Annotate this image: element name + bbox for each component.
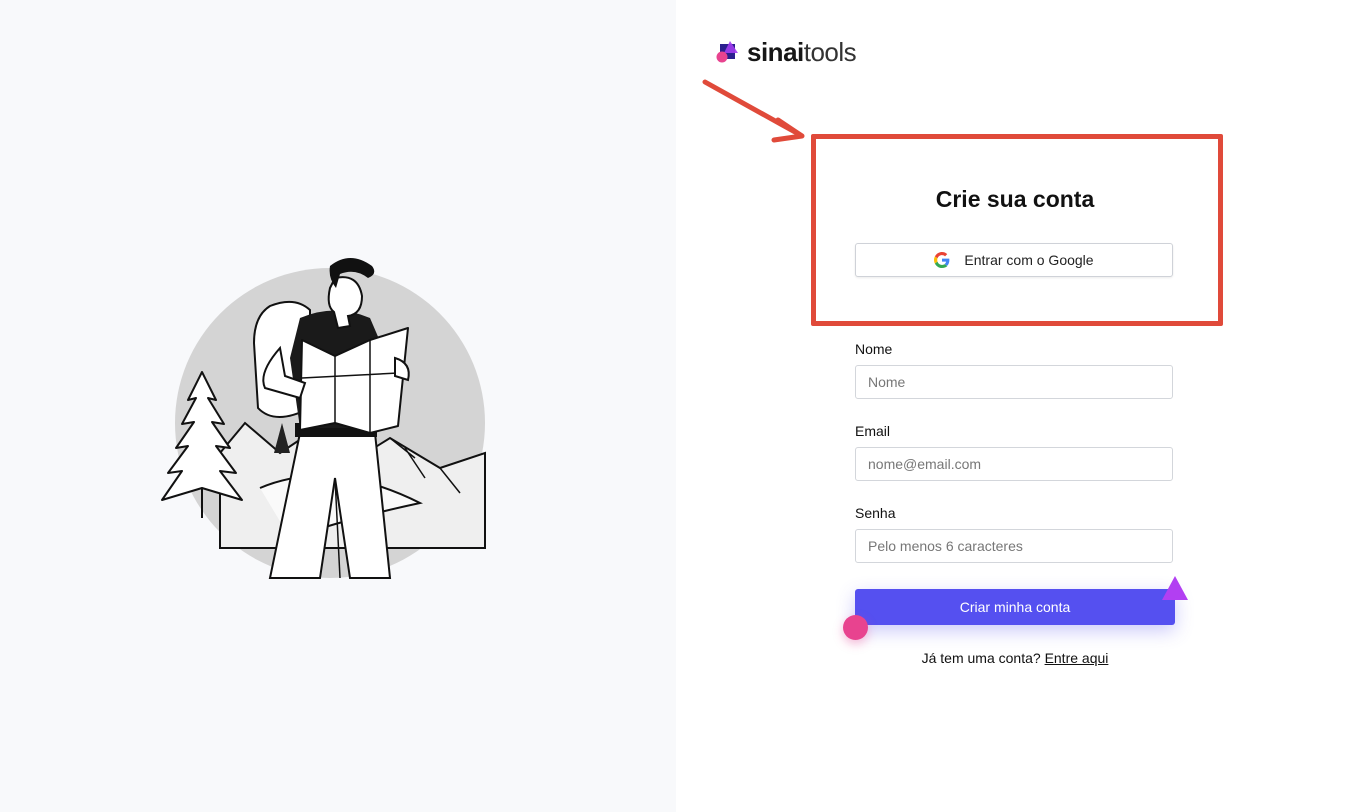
password-field[interactable]: [855, 529, 1173, 563]
name-field[interactable]: [855, 365, 1173, 399]
google-signin-button[interactable]: Entrar com o Google: [855, 243, 1173, 277]
page-title: Crie sua conta: [935, 186, 1095, 212]
brand-name-strong: sinai: [747, 37, 804, 67]
sinai-logo-mark-icon: [716, 39, 742, 65]
decorative-purple-triangle: [1162, 576, 1188, 600]
login-link[interactable]: Entre aqui: [1045, 650, 1109, 666]
brand-name-light: tools: [803, 37, 857, 67]
email-label: Email: [855, 423, 891, 439]
hiker-illustration: [161, 258, 486, 579]
annotation-arrow: [702, 79, 805, 143]
login-prompt-text: Já tem uma conta?: [921, 650, 1041, 666]
password-label: Senha: [855, 505, 896, 521]
brand-wordmark: sinaitools: [747, 37, 857, 67]
name-label: Nome: [855, 341, 893, 357]
create-account-button[interactable]: Criar minha conta: [855, 589, 1175, 625]
annotation-highlight-box: [811, 134, 1223, 326]
google-g-icon: [934, 252, 950, 268]
google-signin-label: Entrar com o Google: [964, 252, 1094, 268]
left-illustration-panel: [0, 0, 676, 812]
decorative-pink-dot: [843, 615, 868, 640]
brand-logo[interactable]: sinaitools: [716, 37, 857, 67]
email-field[interactable]: [855, 447, 1173, 481]
login-prompt-row: Já tem uma conta? Entre aqui: [855, 650, 1175, 666]
